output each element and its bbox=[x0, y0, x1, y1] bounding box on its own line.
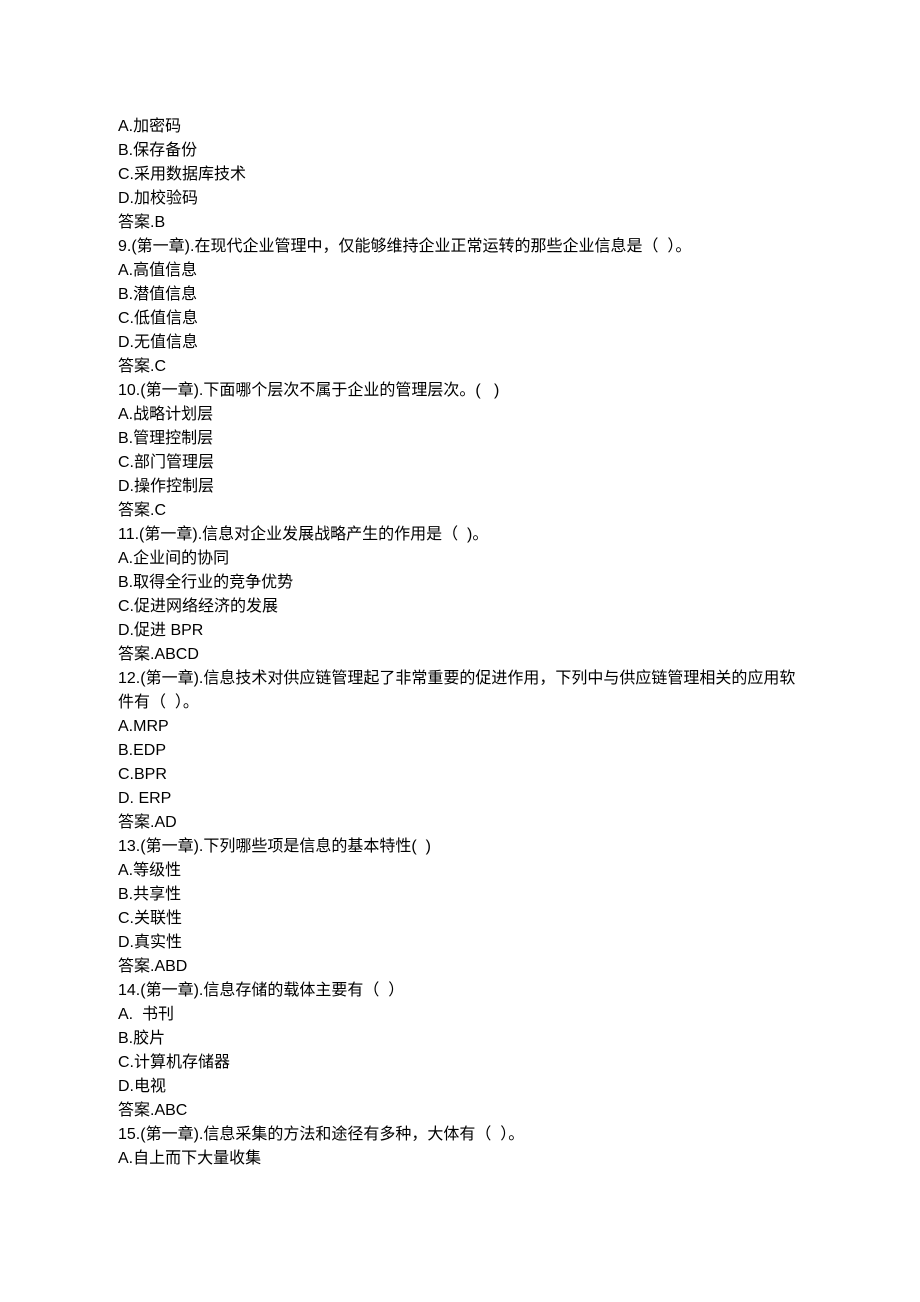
text-line: D.真实性 bbox=[118, 931, 802, 955]
text-line: D.无值信息 bbox=[118, 331, 802, 355]
question-line: 10.(第一章).下面哪个层次不属于企业的管理层次。( ) bbox=[118, 379, 802, 403]
text-line: A.战略计划层 bbox=[118, 403, 802, 427]
text-line: D.操作控制层 bbox=[118, 475, 802, 499]
text-line: C.BPR bbox=[118, 763, 802, 787]
answer-line: 答案.ABCD bbox=[118, 643, 802, 667]
text-line: A.等级性 bbox=[118, 859, 802, 883]
text-line: D. ERP bbox=[118, 787, 802, 811]
text-line: B.管理控制层 bbox=[118, 427, 802, 451]
text-line: A.加密码 bbox=[118, 115, 802, 139]
answer-line: 答案.C bbox=[118, 355, 802, 379]
text-line: B.胶片 bbox=[118, 1027, 802, 1051]
question-line: 11.(第一章).信息对企业发展战略产生的作用是（ )。 bbox=[118, 523, 802, 547]
text-line: A.自上而下大量收集 bbox=[118, 1147, 802, 1171]
question-line: 14.(第一章).信息存储的载体主要有（ ） bbox=[118, 979, 802, 1003]
text-line: B.保存备份 bbox=[118, 139, 802, 163]
text-line: D.电视 bbox=[118, 1075, 802, 1099]
document-page: A.加密码 B.保存备份 C.采用数据库技术 D.加校验码 答案.B 9.(第一… bbox=[0, 0, 920, 1302]
answer-line: 答案.ABC bbox=[118, 1099, 802, 1123]
text-line: D.促进 BPR bbox=[118, 619, 802, 643]
answer-line: 答案.AD bbox=[118, 811, 802, 835]
answer-line: 答案.ABD bbox=[118, 955, 802, 979]
text-line: D.加校验码 bbox=[118, 187, 802, 211]
text-line: B.EDP bbox=[118, 739, 802, 763]
text-line: A.高值信息 bbox=[118, 259, 802, 283]
answer-line: 答案.C bbox=[118, 499, 802, 523]
text-line: A.MRP bbox=[118, 715, 802, 739]
text-line: C.部门管理层 bbox=[118, 451, 802, 475]
text-line: C.促进网络经济的发展 bbox=[118, 595, 802, 619]
question-line: 15.(第一章).信息采集的方法和途径有多种，大体有（ ）。 bbox=[118, 1123, 802, 1147]
text-line: B.取得全行业的竞争优势 bbox=[118, 571, 802, 595]
text-line: C.采用数据库技术 bbox=[118, 163, 802, 187]
text-line: B.潜值信息 bbox=[118, 283, 802, 307]
text-line: C.关联性 bbox=[118, 907, 802, 931]
question-line: 13.(第一章).下列哪些项是信息的基本特性( ) bbox=[118, 835, 802, 859]
text-line: C.低值信息 bbox=[118, 307, 802, 331]
text-line: C.计算机存储器 bbox=[118, 1051, 802, 1075]
question-line: 12.(第一章).信息技术对供应链管理起了非常重要的促进作用，下列中与供应链管理… bbox=[118, 667, 802, 715]
text-line: A. 书刊 bbox=[118, 1003, 802, 1027]
text-line: A.企业间的协同 bbox=[118, 547, 802, 571]
answer-line: 答案.B bbox=[118, 211, 802, 235]
text-line: B.共享性 bbox=[118, 883, 802, 907]
question-line: 9.(第一章).在现代企业管理中，仅能够维持企业正常运转的那些企业信息是（ ）。 bbox=[118, 235, 802, 259]
